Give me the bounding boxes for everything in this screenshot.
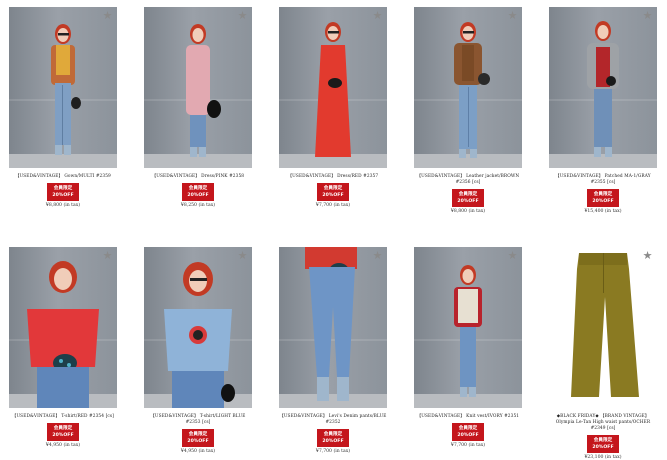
product-price: ¥8,800 (in tax) [450,209,486,214]
product-image[interactable]: ★ [279,7,387,168]
badge-member-label: 会員限定 [188,186,208,191]
product-image[interactable]: ★ [414,247,522,408]
product-image[interactable]: ★ [9,247,117,408]
model-photo [454,265,482,397]
product-image[interactable]: ★ [144,247,252,408]
product-price: ¥8,800 (in tax) [45,203,81,208]
model-photo [186,24,221,157]
product-title[interactable]: 【USED&VINTAGE】 Dress/PINK #2358 [144,174,252,180]
product-price: ¥4,950 (in tax) [45,443,81,448]
badge-discount-label: 20%OFF [592,445,614,450]
product-price: ¥23,100 (in tax) [584,455,622,460]
model-photo [27,261,99,408]
product-card[interactable]: ★ 【USED&VINTAGE】 Patched MA-1/GRAY #2355… [549,7,657,214]
star-icon[interactable]: ★ [102,10,113,21]
product-image[interactable]: ★ [279,247,387,408]
product-title[interactable]: ◆BLACK FRIDAY◆ 【BRAND VINTAGE】 Olympia L… [549,414,657,432]
product-image[interactable]: ★ [549,247,657,408]
badge-member-label: 会員限定 [458,426,478,431]
model-photo [454,22,490,158]
star-icon[interactable]: ★ [237,250,248,261]
member-discount-badge: 会員限定 20%OFF [452,189,484,207]
badge-member-label: 会員限定 [593,438,613,443]
star-icon[interactable]: ★ [642,10,653,21]
model-photo [587,21,619,157]
badge-discount-label: 20%OFF [187,193,209,198]
member-discount-badge: 会員限定 20%OFF [452,423,484,441]
badge-member-label: 会員限定 [323,186,343,191]
badge-discount-label: 20%OFF [457,433,479,438]
star-icon[interactable]: ★ [507,250,518,261]
model-photo [51,24,81,155]
product-card[interactable]: ★ 【USED&VINTAGE】 Dress/RED #2357 会員限定 20… [279,7,387,208]
member-discount-badge: 会員限定 20%OFF [317,429,349,447]
product-image[interactable]: ★ [414,7,522,168]
badge-discount-label: 20%OFF [592,199,614,204]
badge-discount-label: 20%OFF [322,439,344,444]
product-card[interactable]: ★ 【USED&VINTAGE】 Dress/PINK #2358 会員限定 2… [144,7,252,208]
member-discount-badge: 会員限定 20%OFF [317,183,349,201]
product-card[interactable]: ★ 【USED&VINTAGE】 Levi's Denim pants/BLUE… [279,247,387,454]
product-title[interactable]: 【USED&VINTAGE】 T-shirt/RED #2354 [cs] [9,414,117,420]
product-image[interactable]: ★ [549,7,657,168]
product-price: ¥15,400 (in tax) [584,209,622,214]
product-title[interactable]: 【USED&VINTAGE】 Levi's Denim pants/BLUE #… [279,414,387,426]
model-photo [164,262,235,408]
product-image[interactable]: ★ [144,7,252,168]
product-image[interactable]: ★ [9,7,117,168]
product-card[interactable]: ★ ◆BLACK FRIDAY◆ 【BRAND VINTAGE】 Olympia… [549,247,657,460]
star-icon[interactable]: ★ [642,250,653,261]
badge-member-label: 会員限定 [458,192,478,197]
star-icon[interactable]: ★ [372,10,383,21]
product-price: ¥7,700 (in tax) [315,203,351,208]
member-discount-badge: 会員限定 20%OFF [47,423,79,441]
product-price: ¥4,950 (in tax) [180,449,216,454]
star-icon[interactable]: ★ [507,10,518,21]
product-title[interactable]: 【USED&VINTAGE】 Patched MA-1/GRAY #2355 [… [549,174,657,186]
product-card[interactable]: ★ 【USED&VINTAGE】 Gown/MULTI #2359 会員限定 2… [9,7,117,208]
badge-member-label: 会員限定 [53,186,73,191]
product-title[interactable]: 【USED&VINTAGE】 Dress/RED #2357 [279,174,387,180]
product-card[interactable]: ★ 【USED&VINTAGE】 T-shirt/LIGHT BLUE #235… [144,247,252,454]
member-discount-badge: 会員限定 20%OFF [587,435,619,453]
badge-discount-label: 20%OFF [187,439,209,444]
product-title[interactable]: 【USED&VINTAGE】 Leather jacket/BROWN #235… [414,174,522,186]
product-title[interactable]: 【USED&VINTAGE】 Gown/MULTI #2359 [9,174,117,180]
member-discount-badge: 会員限定 20%OFF [182,429,214,447]
product-title[interactable]: 【USED&VINTAGE】 Knit vest/IVORY #2351 [414,414,522,420]
model-photo [315,22,351,157]
product-card[interactable]: ★ 【USED&VINTAGE】 T-shirt/RED #2354 [cs] … [9,247,117,448]
product-grid: ★ 【USED&VINTAGE】 Gown/MULTI #2359 会員限定 2… [0,0,667,460]
pants-photo [571,253,639,397]
product-title[interactable]: 【USED&VINTAGE】 T-shirt/LIGHT BLUE #2353 … [144,414,252,426]
member-discount-badge: 会員限定 20%OFF [587,189,619,207]
badge-discount-label: 20%OFF [52,433,74,438]
badge-discount-label: 20%OFF [322,193,344,198]
product-price: ¥8,250 (in tax) [180,203,216,208]
badge-discount-label: 20%OFF [52,193,74,198]
star-icon[interactable]: ★ [102,250,113,261]
star-icon[interactable]: ★ [237,10,248,21]
member-discount-badge: 会員限定 20%OFF [182,183,214,201]
product-card[interactable]: ★ 【USED&VINTAGE】 Knit vest/IVORY #2351 会… [414,247,522,448]
product-price: ¥7,700 (in tax) [450,443,486,448]
product-card[interactable]: ★ 【USED&VINTAGE】 Leather jacket/BROWN #2… [414,7,522,214]
product-price: ¥7,700 (in tax) [315,449,351,454]
badge-member-label: 会員限定 [53,426,73,431]
model-photo [305,247,357,401]
badge-member-label: 会員限定 [593,192,613,197]
badge-member-label: 会員限定 [188,432,208,437]
member-discount-badge: 会員限定 20%OFF [47,183,79,201]
badge-member-label: 会員限定 [323,432,343,437]
badge-discount-label: 20%OFF [457,199,479,204]
star-icon[interactable]: ★ [372,250,383,261]
